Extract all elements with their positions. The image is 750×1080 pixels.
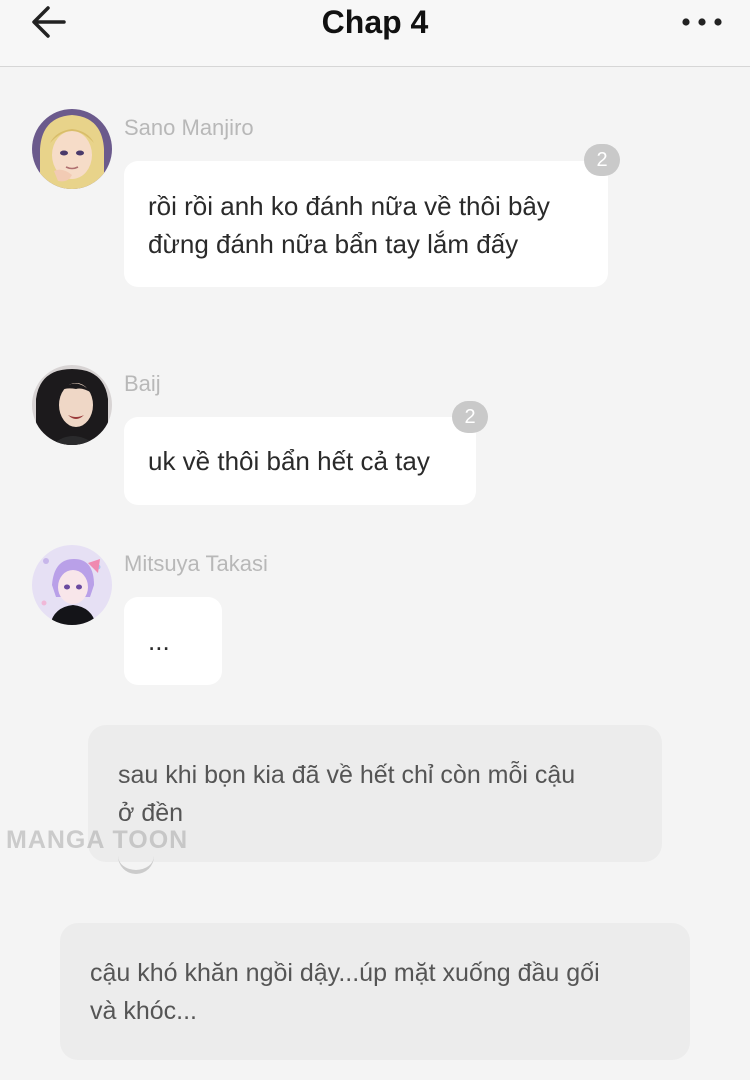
watermark-text: MANGA TOON [6,826,189,854]
sender-name: Sano Manjiro [124,115,254,140]
page-title: Chap 4 [321,4,429,40]
comment-count-badge[interactable]: 2 [584,144,620,176]
smile-icon [118,856,154,874]
message-text-line: uk về thôi bẩn hết cả tay [148,446,430,476]
watermark-logo: MANGA TOON [6,826,187,874]
more-options-button[interactable] [680,8,724,36]
message-bubble[interactable]: rồi rồi anh ko đánh nữa về thôi bây đừng… [124,161,608,287]
sender-name: Mitsuya Takasi [124,551,268,576]
avatar[interactable] [32,545,112,625]
message-text-line: ... [148,626,170,656]
avatar[interactable] [32,365,112,445]
message-bubble[interactable]: ... [124,597,222,685]
narration-text-line: sau khi bọn kia đã về hết chỉ còn mỗi cậ… [118,761,576,789]
avatar-image [32,365,112,445]
top-bar: Chap 4 [0,0,750,67]
narration-text-line: cậu khó khăn ngồi dậy...úp mặt xuống đầu… [90,959,600,987]
avatar[interactable] [32,109,112,189]
avatar-image [32,109,112,189]
more-horizontal-icon [682,18,722,26]
message-text-line: đừng đánh nữa bẩn tay lắm đấy [148,229,519,259]
sender-name: Baij [124,371,161,396]
narration-text-line: ở đền [118,799,184,827]
narration-box[interactable]: cậu khó khăn ngồi dậy...úp mặt xuống đầu… [60,923,690,1060]
avatar-image [32,545,112,625]
message-text-line: rồi rồi anh ko đánh nữa về thôi bây [148,191,550,221]
message-bubble[interactable]: uk về thôi bẩn hết cả tay [124,417,476,505]
narration-text-line: và khóc... [90,997,197,1025]
comment-count-badge[interactable]: 2 [452,401,488,433]
